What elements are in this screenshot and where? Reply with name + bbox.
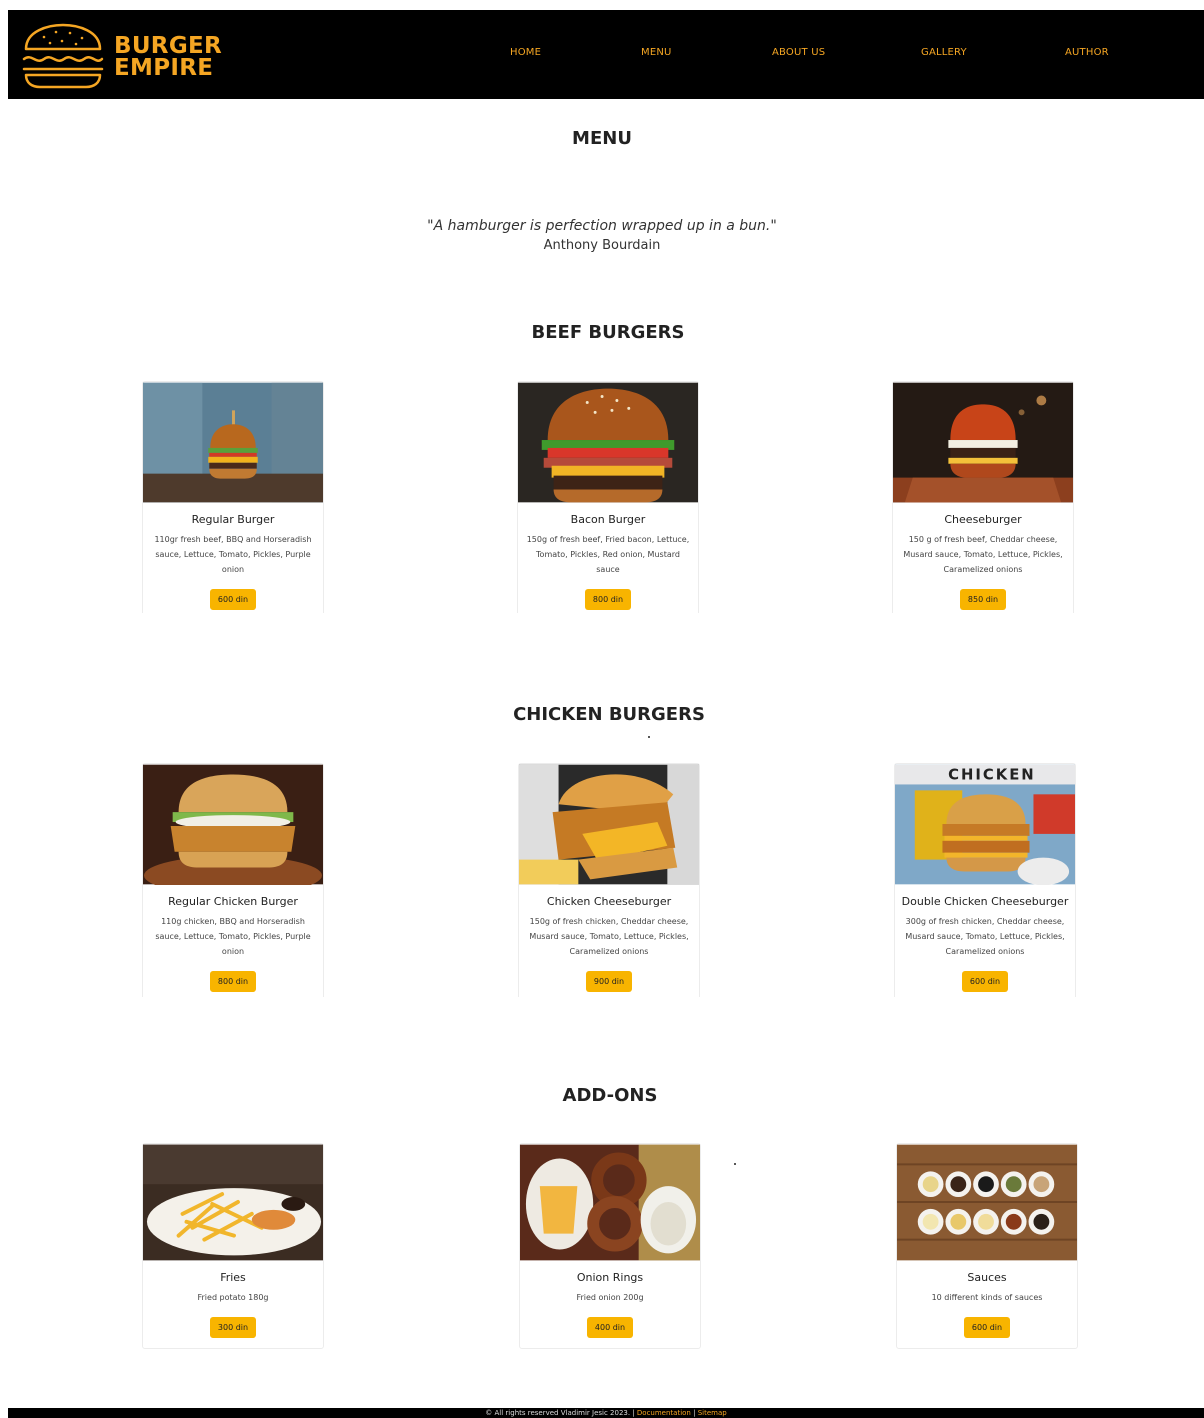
brand-line-2: EMPIRE [114,55,214,81]
brand-line-1: BURGER [114,33,223,59]
nav-gallery-link[interactable]: GALLERY [921,47,967,58]
card-description: 110gr fresh beef, BBQ and Horseradish sa… [154,535,312,574]
price-button[interactable]: 800 din [584,589,632,610]
chicken-sign-text: CHICKEN [948,767,1036,784]
card-description: 150 g of fresh beef, Cheddar cheese, Mus… [903,535,1063,574]
footer: © All rights reserved Vladimir Jesic 202… [8,1408,1204,1418]
bacon-burger-photo [518,382,698,503]
regular-chicken-burger-photo [143,764,323,885]
section-title-addons: ADD-ONS [562,1085,658,1106]
card-description: 150g of fresh beef, Fried bacon, Lettuce… [526,535,690,574]
stray-dot [734,1163,736,1165]
chicken-cheeseburger-photo [519,764,699,885]
card-title: Chicken Cheeseburger [546,895,672,908]
menu-card: Fries Fried potato 180g 300 din [142,1143,324,1349]
card-description: 150g of fresh chicken, Cheddar cheese, M… [529,917,689,956]
nav-about-link[interactable]: ABOUT US [772,47,825,58]
card-description: 10 different kinds of sauces [931,1293,1043,1302]
card-title: Onion Rings [576,1271,644,1284]
menu-card: Onion Rings Fried onion 200g 400 din [519,1143,701,1349]
card-title: Cheeseburger [944,513,1022,526]
page-title: MENU [572,128,632,149]
cheeseburger-photo [893,382,1073,503]
card-title: Fries [220,1271,246,1284]
card-description: Fried potato 180g [197,1293,269,1302]
quote-author: Anthony Bourdain [543,238,661,253]
card-title: Regular Chicken Burger [168,895,298,908]
price-button[interactable]: 900 din [585,971,633,992]
card-title: Bacon Burger [570,513,646,526]
card-description: Fried onion 200g [576,1293,644,1302]
menu-card: CHICKEN Double Chicken Cheeseburger 300g… [894,763,1076,997]
card-description: 110g chicken, BBQ and Horseradish sauce,… [155,917,311,956]
stray-dot [648,736,650,738]
footer-separator: | [693,1409,696,1417]
nav-home-link[interactable]: HOME [510,47,541,58]
price-button[interactable]: 400 din [586,1317,634,1338]
menu-card: Regular Burger 110gr fresh beef, BBQ and… [142,381,324,613]
card-title: Sauces [967,1271,1007,1284]
card-description: 300g of fresh chicken, Cheddar cheese, M… [905,917,1065,956]
quote-text: "A hamburger is perfection wrapped up in… [427,218,777,234]
double-chicken-cheeseburger-photo: CHICKEN [895,764,1075,885]
price-button[interactable]: 300 din [209,1317,257,1338]
price-button[interactable]: 600 din [209,589,257,610]
section-title-chicken: CHICKEN BURGERS [513,704,705,725]
card-title: Double Chicken Cheeseburger [901,895,1069,908]
regular-burger-photo [143,382,323,503]
menu-card: Sauces 10 different kinds of sauces 600 … [896,1143,1078,1349]
menu-card: Cheeseburger 150 g of fresh beef, Chedda… [892,381,1074,613]
nav-menu-link[interactable]: MENU [641,47,672,58]
price-button[interactable]: 850 din [959,589,1007,610]
section-title-beef: BEEF BURGERS [531,322,685,343]
menu-card: Regular Chicken Burger 110g chicken, BBQ… [142,763,324,997]
sitemap-link[interactable]: Sitemap [698,1409,727,1417]
menu-card: Chicken Cheeseburger 150g of fresh chick… [518,763,700,997]
price-button[interactable]: 800 din [209,971,257,992]
nav-author-link[interactable]: AUTHOR [1065,47,1109,58]
footer-copyright: © All rights reserved Vladimir Jesic 202… [485,1409,635,1417]
fries-photo [143,1144,323,1261]
card-title: Regular Burger [191,513,275,526]
price-button[interactable]: 600 din [961,971,1009,992]
navbar: BURGER EMPIRE HOME MENU ABOUT US GALLERY… [8,10,1204,99]
sauces-photo [897,1144,1077,1261]
documentation-link[interactable]: Documentation [637,1409,691,1417]
price-button[interactable]: 600 din [963,1317,1011,1338]
onion-rings-photo [520,1144,700,1261]
brand-name[interactable]: BURGER EMPIRE [114,33,223,81]
menu-card: Bacon Burger 150g of fresh beef, Fried b… [517,381,699,613]
